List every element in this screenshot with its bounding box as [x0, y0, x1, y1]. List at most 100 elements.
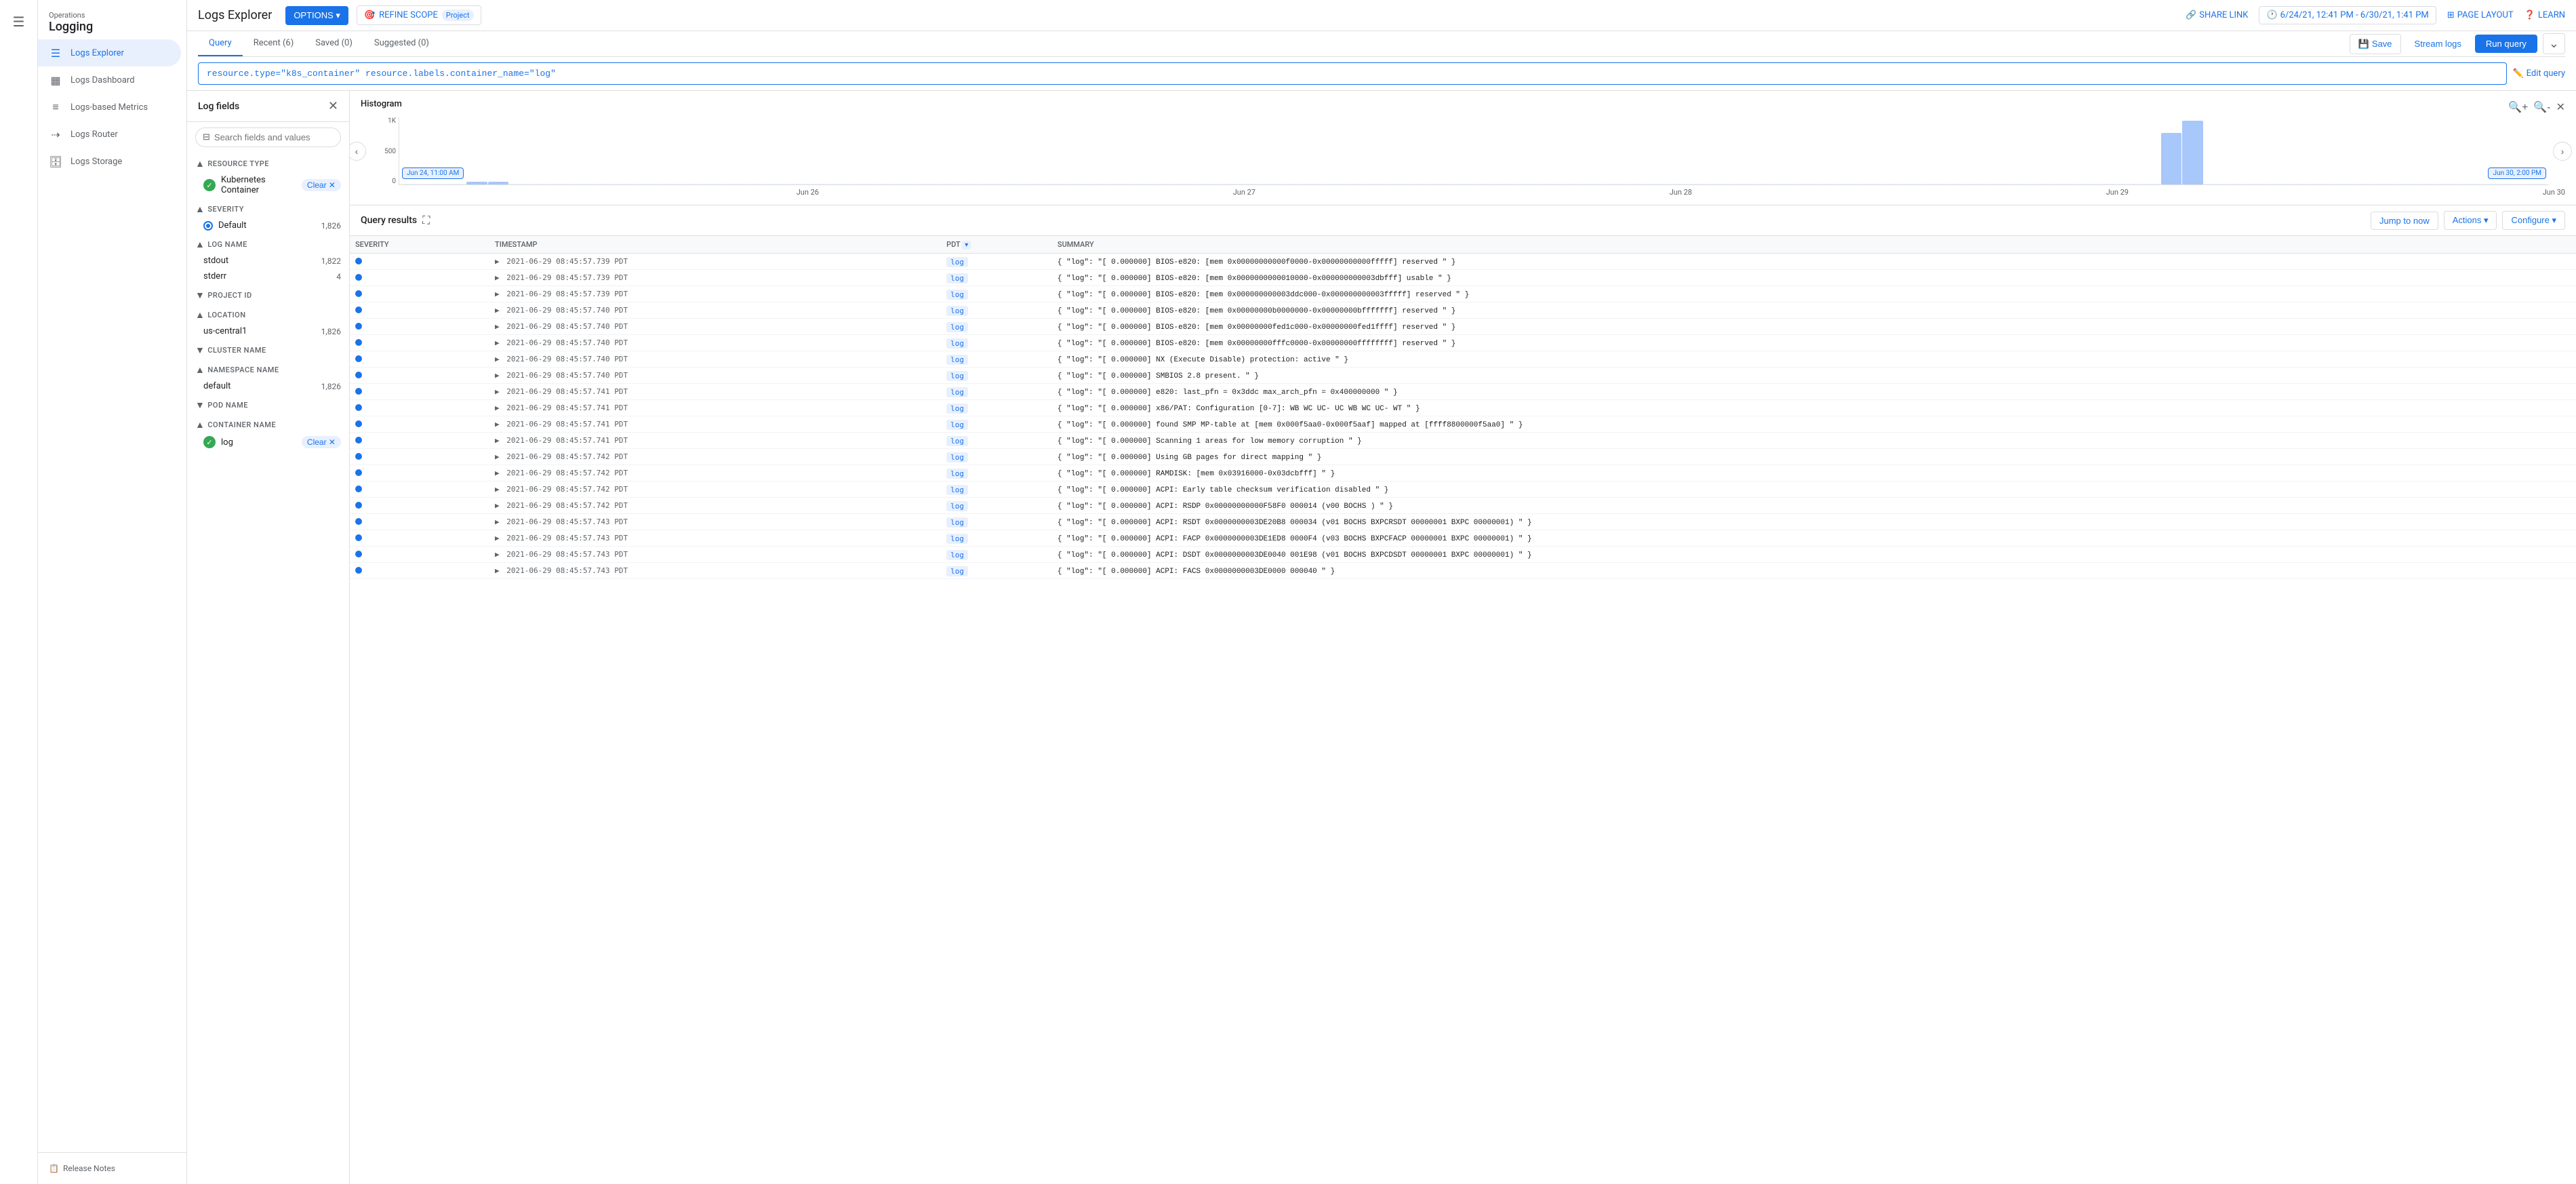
histogram-prev-button[interactable]: ‹: [350, 142, 366, 161]
expand-row-icon[interactable]: ▶: [495, 273, 500, 282]
expand-row-icon[interactable]: ▶: [495, 371, 500, 380]
section-location-header[interactable]: ▲ LOCATION: [187, 304, 349, 323]
zoom-in-icon[interactable]: 🔍+: [2508, 100, 2528, 114]
tab-suggested[interactable]: Suggested (0): [363, 31, 440, 56]
expand-row-icon[interactable]: ▶: [495, 306, 500, 315]
save-button[interactable]: 💾 Save: [2350, 34, 2401, 54]
cell-badge: log: [941, 547, 1052, 563]
expand-row-icon[interactable]: ▶: [495, 436, 500, 445]
field-default-severity[interactable]: Default 1,826: [187, 218, 349, 233]
expand-row-icon[interactable]: ▶: [495, 355, 500, 363]
section-project-id-header[interactable]: ▼ PROJECT ID: [187, 284, 349, 304]
section-severity-header[interactable]: ▲ SEVERITY: [187, 198, 349, 218]
section-namespace-name-header[interactable]: ▲ NAMESPACE NAME: [187, 359, 349, 378]
table-row[interactable]: ▶ 2021-06-29 08:45:57.740 PDT log { "log…: [350, 368, 2576, 384]
expand-row-icon[interactable]: ▶: [495, 257, 500, 266]
search-fields-input-container[interactable]: ⊟: [195, 127, 341, 147]
table-row[interactable]: ▶ 2021-06-29 08:45:57.740 PDT log { "log…: [350, 351, 2576, 368]
table-row[interactable]: ▶ 2021-06-29 08:45:57.740 PDT log { "log…: [350, 335, 2576, 351]
jump-to-now-button[interactable]: Jump to now: [2371, 212, 2438, 230]
refine-scope-button[interactable]: 🎯 REFINE SCOPE Project: [357, 5, 481, 25]
zoom-out-icon[interactable]: 🔍-: [2533, 100, 2550, 114]
severity-dot: [355, 567, 362, 574]
expand-row-icon[interactable]: ▶: [495, 469, 500, 477]
sidebar-item-logs-storage[interactable]: 🗄 Logs Storage: [38, 148, 181, 175]
close-panel-icon[interactable]: ✕: [328, 99, 338, 113]
table-row[interactable]: ▶ 2021-06-29 08:45:57.743 PDT log { "log…: [350, 530, 2576, 547]
expand-row-icon[interactable]: ▶: [495, 517, 500, 526]
share-link-button[interactable]: 🔗 SHARE LINK: [2186, 10, 2248, 20]
learn-button[interactable]: ❓ LEARN: [2524, 10, 2565, 20]
edit-icon: ✏️: [2512, 68, 2523, 79]
date-range-picker[interactable]: 🕐 6/24/21, 12:41 PM - 6/30/21, 1:41 PM: [2259, 6, 2436, 24]
table-row[interactable]: ▶ 2021-06-29 08:45:57.743 PDT log { "log…: [350, 514, 2576, 530]
run-query-button[interactable]: Run query: [2475, 35, 2537, 53]
expand-row-icon[interactable]: ▶: [495, 420, 500, 429]
clear-container-button[interactable]: Clear ✕: [302, 436, 341, 448]
expand-row-icon[interactable]: ▶: [495, 485, 500, 494]
query-input[interactable]: [198, 62, 2507, 85]
table-row[interactable]: ▶ 2021-06-29 08:45:57.742 PDT log { "log…: [350, 465, 2576, 481]
expand-row-icon[interactable]: ▶: [495, 338, 500, 347]
section-container-name-header[interactable]: ▲ CONTAINER NAME: [187, 414, 349, 433]
col-pdt[interactable]: PDT ▾: [941, 236, 1052, 254]
table-row[interactable]: ▶ 2021-06-29 08:45:57.742 PDT log { "log…: [350, 498, 2576, 514]
table-row[interactable]: ▶ 2021-06-29 08:45:57.739 PDT log { "log…: [350, 286, 2576, 302]
log-fields-panel: Log fields ✕ ⊟ ▲ RESOURCE TYPE: [187, 91, 350, 1184]
field-kubernetes-container[interactable]: ✓ Kubernetes Container Clear ✕: [187, 172, 349, 198]
table-row[interactable]: ▶ 2021-06-29 08:45:57.739 PDT log { "log…: [350, 254, 2576, 270]
close-histogram-icon[interactable]: ✕: [2556, 100, 2565, 114]
tab-saved[interactable]: Saved (0): [304, 31, 363, 56]
table-row[interactable]: ▶ 2021-06-29 08:45:57.741 PDT log { "log…: [350, 400, 2576, 416]
expand-row-icon[interactable]: ▶: [495, 501, 500, 510]
table-row[interactable]: ▶ 2021-06-29 08:45:57.742 PDT log { "log…: [350, 481, 2576, 498]
expand-row-icon[interactable]: ▶: [495, 534, 500, 542]
expand-row-icon[interactable]: ▶: [495, 387, 500, 396]
table-row[interactable]: ▶ 2021-06-29 08:45:57.742 PDT log { "log…: [350, 449, 2576, 465]
sidebar-item-logs-router[interactable]: ⇢ Logs Router: [38, 121, 181, 148]
options-button[interactable]: OPTIONS ▾: [285, 6, 348, 25]
section-cluster-name-header[interactable]: ▼ CLUSTER NAME: [187, 339, 349, 359]
section-log-name-header[interactable]: ▲ LOG NAME: [187, 233, 349, 253]
table-row[interactable]: ▶ 2021-06-29 08:45:57.740 PDT log { "log…: [350, 319, 2576, 335]
table-row[interactable]: ▶ 2021-06-29 08:45:57.741 PDT log { "log…: [350, 416, 2576, 433]
expand-row-icon[interactable]: ▶: [495, 566, 500, 575]
field-us-central1[interactable]: us-central1 1,826: [187, 323, 349, 339]
tab-recent[interactable]: Recent (6): [243, 31, 305, 56]
sidebar-item-logs-dashboard[interactable]: ▦ Logs Dashboard: [38, 66, 181, 94]
field-stdout[interactable]: stdout 1,822: [187, 253, 349, 269]
table-row[interactable]: ▶ 2021-06-29 08:45:57.741 PDT log { "log…: [350, 433, 2576, 449]
tab-query[interactable]: Query: [198, 31, 243, 56]
sidebar-item-logs-metrics[interactable]: ≡ Logs-based Metrics: [38, 94, 181, 121]
histogram-next-button[interactable]: ›: [2553, 142, 2572, 161]
release-notes-link[interactable]: 📋 Release Notes: [49, 1164, 176, 1173]
filter-icon[interactable]: ▾: [962, 241, 971, 250]
cell-badge: log: [941, 368, 1052, 384]
expand-icon[interactable]: ⛶: [422, 214, 430, 227]
table-row[interactable]: ▶ 2021-06-29 08:45:57.740 PDT log { "log…: [350, 302, 2576, 319]
expand-row-icon[interactable]: ▶: [495, 322, 500, 331]
field-default-namespace[interactable]: default 1,826: [187, 378, 349, 394]
table-row[interactable]: ▶ 2021-06-29 08:45:57.743 PDT log { "log…: [350, 563, 2576, 579]
expand-row-icon[interactable]: ▶: [495, 550, 500, 559]
table-row[interactable]: ▶ 2021-06-29 08:45:57.741 PDT log { "log…: [350, 384, 2576, 400]
edit-query-button[interactable]: ✏️ Edit query: [2512, 68, 2565, 79]
field-log-container[interactable]: ✓ log Clear ✕: [187, 433, 349, 451]
stream-logs-button[interactable]: Stream logs: [2407, 35, 2470, 53]
search-fields-input[interactable]: [214, 132, 334, 142]
expand-row-icon[interactable]: ▶: [495, 290, 500, 298]
section-resource-type-header[interactable]: ▲ RESOURCE TYPE: [187, 153, 349, 172]
configure-button[interactable]: Configure ▾: [2502, 211, 2565, 230]
sidebar-item-logs-explorer[interactable]: ☰ Logs Explorer: [38, 39, 181, 66]
table-row[interactable]: ▶ 2021-06-29 08:45:57.739 PDT log { "log…: [350, 270, 2576, 286]
page-layout-button[interactable]: ⊞ PAGE LAYOUT: [2447, 10, 2514, 20]
field-stderr[interactable]: stderr 4: [187, 269, 349, 284]
hamburger-menu-icon[interactable]: ☰: [5, 8, 33, 35]
expand-row-icon[interactable]: ▶: [495, 403, 500, 412]
table-row[interactable]: ▶ 2021-06-29 08:45:57.743 PDT log { "log…: [350, 547, 2576, 563]
expand-row-icon[interactable]: ▶: [495, 452, 500, 461]
more-options-button[interactable]: ⌄: [2543, 33, 2565, 54]
section-pod-name-header[interactable]: ▼ POD NAME: [187, 394, 349, 414]
clear-resource-button[interactable]: Clear ✕: [302, 179, 341, 191]
actions-button[interactable]: Actions ▾: [2444, 211, 2497, 230]
